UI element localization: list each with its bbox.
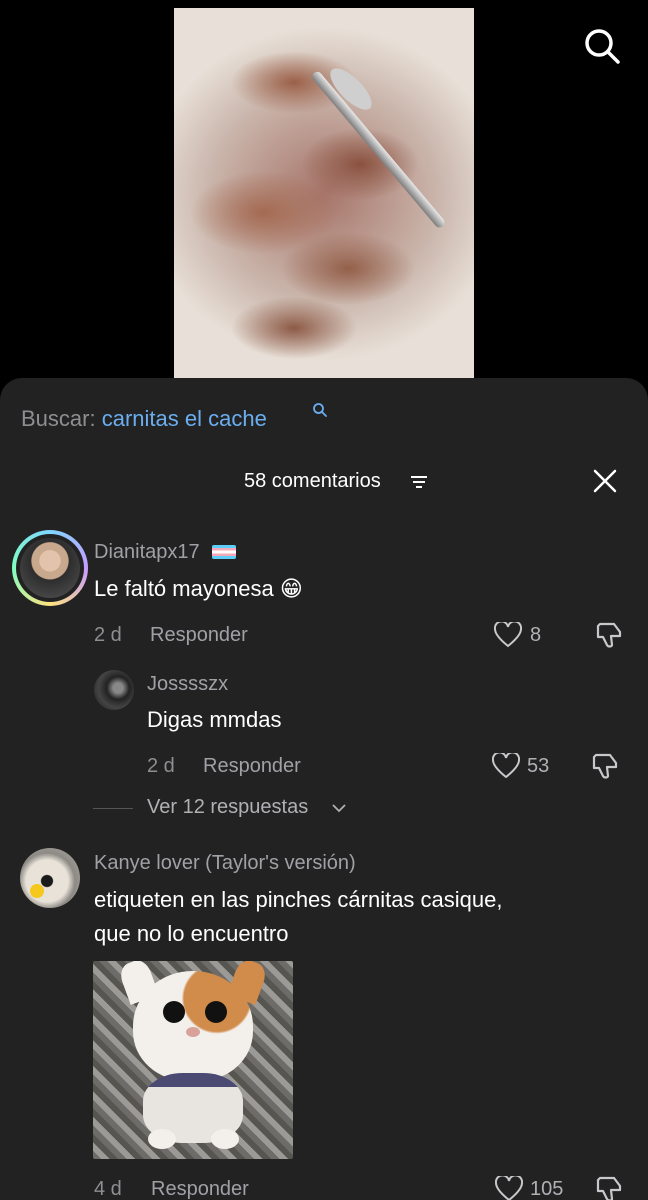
view-replies-divider <box>93 808 133 809</box>
comments-sheet: Buscar: carnitas el cache 58 comentarios… <box>0 378 648 1200</box>
like-count: 105 <box>530 1178 564 1200</box>
comment-image-kitten[interactable] <box>93 961 293 1159</box>
like-heart-icon[interactable] <box>494 622 522 648</box>
search-icon[interactable] <box>582 26 622 66</box>
close-icon[interactable] <box>590 466 620 496</box>
search-mini-icon <box>313 403 327 417</box>
avatar[interactable] <box>12 530 88 606</box>
like-count: 53 <box>527 755 550 777</box>
dislike-icon[interactable] <box>590 751 620 781</box>
comment-username[interactable]: Kanye lover (Taylor's versión) <box>94 852 356 875</box>
comment-text-line1: etiqueten en las pinches cárnitas casiqu… <box>94 887 503 912</box>
comment-time: 2 d <box>94 624 122 646</box>
reply-button[interactable]: Responder <box>151 1178 249 1200</box>
comment-count: 58 comentarios <box>244 470 381 492</box>
reply-username[interactable]: Josssszx <box>147 673 228 696</box>
comment-time: 4 d <box>94 1178 122 1200</box>
view-replies-button[interactable]: Ver 12 respuestas <box>147 796 308 819</box>
avatar[interactable] <box>20 848 80 908</box>
flag-icon <box>212 545 236 559</box>
search-prefix: Buscar: <box>21 406 96 431</box>
reply-button[interactable]: Responder <box>203 755 301 778</box>
video-thumbnail[interactable] <box>174 8 474 380</box>
comments-header: 58 comentarios <box>0 466 648 496</box>
search-suggestion[interactable]: Buscar: carnitas el cache <box>21 406 267 432</box>
spoon-graphic <box>310 69 447 230</box>
avatar[interactable] <box>94 670 134 710</box>
comment-text-line2: que no lo encuentro <box>94 921 289 946</box>
reply-time: 2 d <box>147 755 175 777</box>
chevron-down-icon[interactable] <box>332 803 346 813</box>
sort-filter-icon[interactable] <box>410 474 428 490</box>
dislike-icon[interactable] <box>594 620 624 650</box>
reply-button[interactable]: Responder <box>150 624 248 647</box>
like-count: 8 <box>530 624 542 646</box>
dislike-icon[interactable] <box>594 1174 624 1200</box>
comment-text: Le faltó mayonesa 😁 <box>94 576 303 601</box>
reply-text: Digas mmdas <box>147 707 282 732</box>
like-heart-icon[interactable] <box>495 1176 523 1200</box>
like-heart-icon[interactable] <box>492 753 520 779</box>
comment-username[interactable]: Dianitapx17 <box>94 541 200 564</box>
search-term[interactable]: carnitas el cache <box>102 406 267 431</box>
